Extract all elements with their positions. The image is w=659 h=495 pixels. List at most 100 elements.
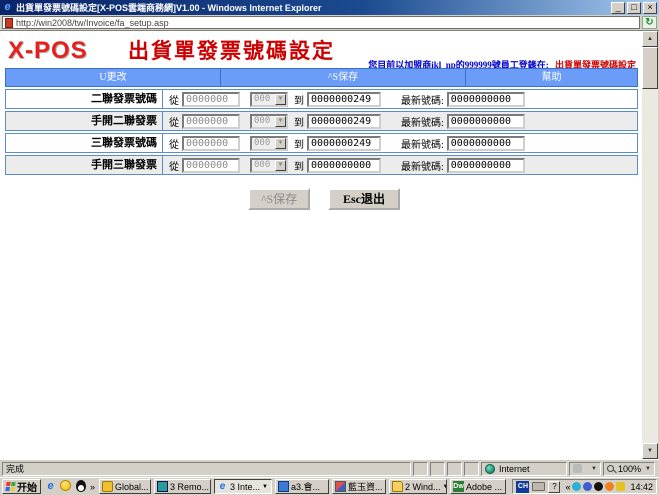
address-bar: http://win2008/tw/Invoice/fa_setup.asp ↻ xyxy=(0,15,659,31)
zone-label: Internet xyxy=(499,464,530,474)
windows-logo-icon xyxy=(5,482,15,491)
to-input[interactable] xyxy=(307,158,381,173)
language-indicator[interactable]: CH xyxy=(516,481,529,493)
task-button-adobe[interactable]: Dw Adobe ... xyxy=(450,479,506,494)
status-pane xyxy=(464,462,479,476)
messenger-tray-icon[interactable] xyxy=(583,482,592,491)
window-title: 出貨單發票號碼設定[X-POS雲端商務網]V1.00 - Windows Int… xyxy=(16,1,609,14)
ie-icon: e xyxy=(217,481,228,492)
latest-label: 最新號碼: xyxy=(401,136,444,151)
scrollbar-thumb[interactable] xyxy=(642,47,658,89)
maximize-button[interactable]: □ xyxy=(627,2,641,14)
ie-quicklaunch-icon[interactable]: e xyxy=(44,480,57,493)
folder-icon xyxy=(392,481,403,492)
zoom-level: 100% xyxy=(618,464,641,474)
latest-label: 最新號碼: xyxy=(401,158,444,173)
url-text: http://win2008/tw/Invoice/fa_setup.asp xyxy=(16,18,169,28)
latest-input[interactable] xyxy=(447,158,525,173)
row-label: 手開三聯發票 xyxy=(6,156,163,174)
table-row: 三聯發票號碼 從 000 ▼ 到 最新號碼: xyxy=(5,133,638,153)
magnifier-icon xyxy=(607,465,614,472)
keyboard-icon[interactable] xyxy=(532,482,545,491)
from-input[interactable] xyxy=(182,92,240,107)
from-label: 從 xyxy=(169,114,179,129)
chevron-down-icon: ▼ xyxy=(275,116,286,127)
header-help: 幫助 xyxy=(466,69,637,86)
latest-input[interactable] xyxy=(447,136,525,151)
task-button-global[interactable]: Global... xyxy=(99,479,151,494)
table-row: 手開二聯發票 從 000 ▼ 到 最新號碼: xyxy=(5,111,638,131)
save-button[interactable]: ^S保存 xyxy=(248,188,310,210)
quick-launch: e » xyxy=(43,480,97,493)
page-title: 出貨單發票號碼設定 xyxy=(128,35,335,65)
tray-collapse-chevron[interactable]: « xyxy=(565,482,570,492)
chevron-down-icon: ▼ xyxy=(262,484,268,490)
from-input[interactable] xyxy=(182,158,240,173)
table-row: 二聯發票號碼 從 000 ▼ 到 最新號碼: xyxy=(5,89,638,109)
zoom-control[interactable]: 100% ▼ xyxy=(603,462,655,476)
to-label: 到 xyxy=(294,158,304,173)
scroll-up-icon[interactable]: ▲ xyxy=(642,31,658,47)
help-icon[interactable]: ? xyxy=(548,481,560,493)
minimize-button[interactable]: _ xyxy=(611,2,625,14)
scroll-down-icon[interactable]: ▼ xyxy=(642,443,658,459)
header-save: ^S保存 xyxy=(221,69,466,86)
protected-mode-pane[interactable]: ▼ xyxy=(569,462,601,476)
to-input[interactable] xyxy=(307,136,381,151)
overflow-chevron[interactable]: » xyxy=(90,482,95,492)
chevron-down-icon: ▼ xyxy=(443,484,447,490)
latest-label: 最新號碼: xyxy=(401,92,444,107)
page-content: X-POS 出貨單發票號碼設定 您目前以加盟商ikl_np的999999號員工登… xyxy=(0,31,642,459)
latest-label: 最新號碼: xyxy=(401,114,444,129)
internet-zone-icon xyxy=(485,464,495,474)
app-icon xyxy=(278,481,289,492)
task-button-a3[interactable]: a3.會... xyxy=(275,479,329,494)
start-button[interactable]: 开始 xyxy=(2,479,41,494)
row-label: 二聯發票號碼 xyxy=(6,90,163,108)
invoice-table: U更改 ^S保存 幫助 二聯發票號碼 從 000 ▼ 到 最新號碼: xyxy=(5,68,638,175)
from-input[interactable] xyxy=(182,114,240,129)
row-label: 手開二聯發票 xyxy=(6,112,163,130)
status-bar: 完成 Internet ▼ 100% ▼ xyxy=(0,459,659,477)
qq-icon[interactable] xyxy=(76,480,86,492)
from-input[interactable] xyxy=(182,136,240,151)
chevron-down-icon: ▼ xyxy=(275,94,286,105)
app-icon xyxy=(335,481,346,492)
protected-mode-icon xyxy=(573,464,582,473)
task-button-ie-group[interactable]: e 3 Inte... ▼ xyxy=(214,479,272,494)
from-label: 從 xyxy=(169,136,179,151)
task-button-remote-group[interactable]: 3 Remo... ▼ xyxy=(154,479,211,494)
latest-input[interactable] xyxy=(447,92,525,107)
refresh-go-button[interactable]: ↻ xyxy=(642,16,657,29)
qq-tray-icon[interactable] xyxy=(594,482,603,491)
task-button-lanyu[interactable]: 藍玉資... xyxy=(332,479,386,494)
shield-tray-icon[interactable] xyxy=(616,482,625,491)
vertical-scrollbar[interactable]: ▲ ▼ xyxy=(642,31,658,459)
row-label: 三聯發票號碼 xyxy=(6,134,163,152)
messenger-icon[interactable] xyxy=(60,480,71,491)
close-button[interactable]: × xyxy=(643,2,657,14)
xpos-logo: X-POS xyxy=(8,37,88,65)
browser-window: e 出貨單發票號碼設定[X-POS雲端商務網]V1.00 - Windows I… xyxy=(0,0,659,495)
remote-desktop-icon xyxy=(157,481,168,492)
clock[interactable]: 14:42 xyxy=(630,482,653,492)
table-header-row: U更改 ^S保存 幫助 xyxy=(5,68,638,87)
address-input[interactable]: http://win2008/tw/Invoice/fa_setup.asp xyxy=(2,16,640,29)
network-tray-icon[interactable] xyxy=(572,482,581,491)
header-modify: U更改 xyxy=(6,69,221,86)
status-pane xyxy=(413,462,428,476)
book-select[interactable]: 000 ▼ xyxy=(250,114,288,129)
alert-tray-icon[interactable] xyxy=(605,482,614,491)
to-input[interactable] xyxy=(307,92,381,107)
status-text: 完成 xyxy=(2,462,411,476)
status-pane xyxy=(430,462,445,476)
exit-button[interactable]: Esc退出 xyxy=(328,188,400,210)
book-select[interactable]: 000 ▼ xyxy=(250,92,288,107)
book-select[interactable]: 000 ▼ xyxy=(250,158,288,173)
chevron-down-icon: ▼ xyxy=(275,138,286,149)
task-button-explorer-group[interactable]: 2 Wind... ▼ xyxy=(389,479,447,494)
book-select[interactable]: 000 ▼ xyxy=(250,136,288,151)
to-input[interactable] xyxy=(307,114,381,129)
latest-input[interactable] xyxy=(447,114,525,129)
chevron-down-icon: ▼ xyxy=(275,160,286,171)
